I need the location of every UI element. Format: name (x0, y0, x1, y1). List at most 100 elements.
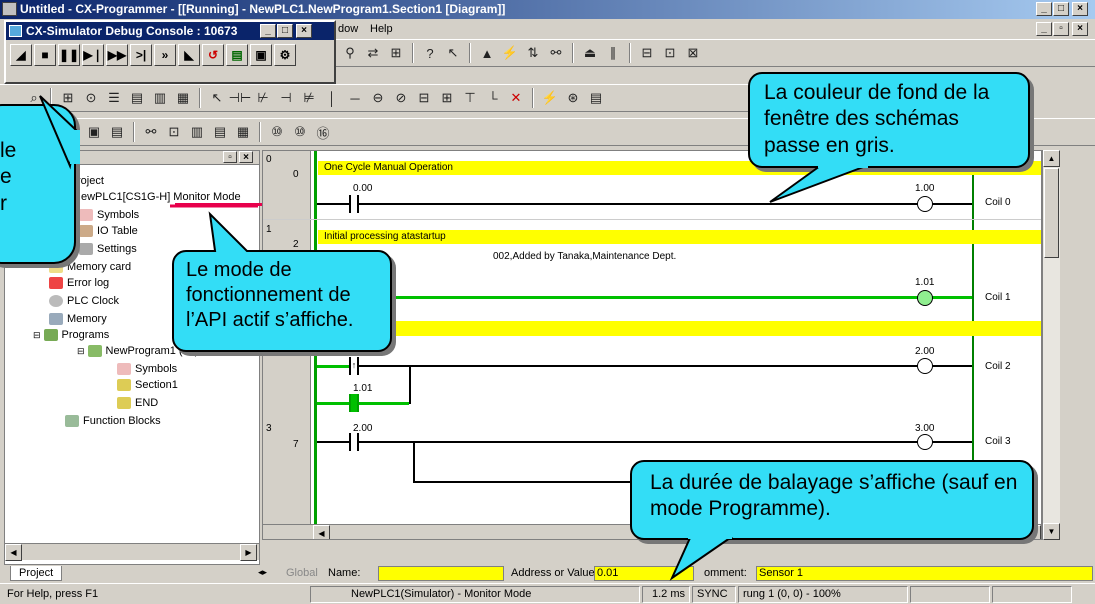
scroll-right-icon[interactable]: ▶ (240, 544, 257, 561)
output-coil[interactable] (917, 196, 933, 212)
output-coil-energized[interactable] (917, 290, 933, 306)
cross-ref-icon[interactable]: ⊞ (386, 43, 406, 63)
stop-icon[interactable]: ■ (34, 44, 56, 66)
tree-item-settings[interactable]: Settings (79, 241, 137, 257)
tree-item-section1[interactable]: Section1 (117, 377, 178, 393)
scroll-left-icon[interactable]: ◀ (5, 544, 22, 561)
instruction-icon[interactable]: ⊟ (414, 88, 434, 108)
comment-field[interactable]: Sensor 1 (756, 566, 1093, 581)
panel-restore-button[interactable]: ▫ (223, 151, 237, 163)
instruction3-icon[interactable]: ⊤ (460, 88, 480, 108)
contact-energized[interactable] (349, 394, 359, 412)
debug-maximize-button[interactable]: □ (277, 24, 293, 38)
tree-item-function-blocks[interactable]: Function Blocks (65, 413, 161, 429)
pause-icon[interactable]: ❚❚ (58, 44, 80, 66)
sheet-icon[interactable]: ▤ (210, 122, 230, 142)
compare-icon[interactable]: ⊟ (637, 43, 657, 63)
collapse-icon[interactable]: ⊟ (33, 330, 41, 340)
tree-item-project[interactable]: roject (77, 173, 104, 189)
contact-nc-icon[interactable]: ⊬ (253, 88, 273, 108)
minimize-button[interactable]: _ (1036, 2, 1052, 16)
reset-icon[interactable]: ↺ (202, 44, 224, 66)
tab-project[interactable]: Project (10, 566, 63, 581)
menu-help[interactable]: Help (370, 19, 393, 39)
view-icon[interactable]: ▣ (84, 122, 104, 142)
upload-icon[interactable]: ⊠ (683, 43, 703, 63)
menu-window[interactable]: dow (338, 19, 358, 39)
child-minimize-button[interactable]: _ (1036, 22, 1052, 36)
help-icon[interactable]: ? (420, 43, 440, 63)
find-icon[interactable]: ⚲ (340, 43, 360, 63)
transfer-icon[interactable]: ⇅ (523, 43, 543, 63)
contact-ornc-icon[interactable]: ⊭ (299, 88, 319, 108)
symbol-icon[interactable]: ⊙ (81, 88, 101, 108)
io-icon[interactable]: ▣ (250, 44, 272, 66)
online-icon[interactable]: ▲ (477, 43, 497, 63)
pattern-icon[interactable]: ⊛ (563, 88, 583, 108)
vertical-line-icon[interactable]: │ (322, 88, 342, 108)
step-run-icon[interactable]: ▶▶ (106, 44, 128, 66)
scroll-up-icon[interactable]: ▲ (1043, 150, 1060, 167)
info-nav-icon[interactable]: ◂▸ (258, 567, 267, 578)
scroll-left-icon[interactable]: ◀ (313, 525, 330, 539)
output-coil[interactable] (917, 358, 933, 374)
instruction2-icon[interactable]: ⊞ (437, 88, 457, 108)
child-restore-button[interactable]: ▫ (1053, 22, 1069, 36)
scan-step-icon[interactable]: >| (130, 44, 152, 66)
name-field[interactable] (378, 566, 504, 581)
tree-item-program-symbols[interactable]: Symbols (117, 361, 177, 377)
table-icon[interactable]: ▥ (187, 122, 207, 142)
block-icon[interactable]: ▦ (233, 122, 253, 142)
replace-icon[interactable]: ⇄ (363, 43, 383, 63)
horizontal-line-icon[interactable]: ─ (345, 88, 365, 108)
line-connect-icon[interactable]: └ (483, 88, 503, 108)
panel-close-button[interactable]: × (239, 151, 253, 163)
settings-icon[interactable]: ⚙ (274, 44, 296, 66)
tree-item-programs[interactable]: ⊟ Programs (33, 327, 109, 343)
binoculars-icon[interactable]: ⚯ (141, 122, 161, 142)
close-button[interactable]: × (1072, 2, 1088, 16)
program-icon[interactable]: ▦ (173, 88, 193, 108)
power-off-icon[interactable]: ◢ (10, 44, 32, 66)
tree-item-symbols[interactable]: Symbols (79, 207, 139, 223)
context-help-icon[interactable]: ↖ (443, 43, 463, 63)
coil-icon[interactable]: ⊖ (368, 88, 388, 108)
contact-up-icon[interactable]: ↑ (349, 357, 359, 375)
hex-16-icon[interactable]: ⑯ (313, 122, 333, 142)
address-field[interactable]: 0.01 (594, 566, 694, 581)
output-coil[interactable] (917, 434, 933, 450)
pause-icon[interactable]: ∥ (603, 43, 623, 63)
monitor-mode-icon[interactable]: ⚡ (540, 88, 560, 108)
collapse-icon[interactable]: ⊟ (77, 346, 85, 356)
rung-comment-icon[interactable]: ▥ (150, 88, 170, 108)
maximize-button[interactable]: □ (1053, 2, 1069, 16)
watch-icon[interactable]: ▤ (586, 88, 606, 108)
tree-item-plc-clock[interactable]: PLC Clock (49, 293, 119, 309)
select-icon[interactable]: ↖ (207, 88, 227, 108)
list-icon[interactable]: ☰ (104, 88, 124, 108)
child-close-button[interactable]: × (1072, 22, 1088, 36)
contact-no-icon[interactable]: ⊣⊢ (229, 88, 252, 108)
tree-item-memory[interactable]: Memory (49, 311, 107, 327)
contact-no[interactable] (349, 433, 359, 451)
continuous-step-icon[interactable]: » (154, 44, 176, 66)
break-icon[interactable]: ◣ (178, 44, 200, 66)
contact-or-icon[interactable]: ⊣ (276, 88, 296, 108)
properties-icon[interactable]: ▤ (107, 122, 127, 142)
tree-item-error-log[interactable]: Error log (49, 275, 109, 291)
coil-nc-icon[interactable]: ⊘ (391, 88, 411, 108)
tree-item-end[interactable]: END (117, 395, 158, 411)
debug-console-title-bar[interactable]: CX-Simulator Debug Console : 10673 _ □ × (6, 22, 334, 40)
scroll-down-icon[interactable]: ▼ (1043, 523, 1060, 540)
panel-hscroll[interactable]: ◀ ▶ (5, 543, 259, 561)
stop-icon[interactable]: ⏏ (580, 43, 600, 63)
delete-line-icon[interactable]: ✕ (506, 88, 526, 108)
memory-icon[interactable]: ▤ (226, 44, 248, 66)
io-comment-icon[interactable]: ▤ (127, 88, 147, 108)
search-icon[interactable]: ⚯ (546, 43, 566, 63)
hex-10s-icon[interactable]: ⑩ (290, 122, 310, 142)
scroll-thumb[interactable] (1044, 168, 1059, 258)
global-tab[interactable]: Global (286, 567, 318, 579)
debug-close-button[interactable]: × (296, 24, 312, 38)
tree-item-io-table[interactable]: IO Table (79, 223, 138, 239)
